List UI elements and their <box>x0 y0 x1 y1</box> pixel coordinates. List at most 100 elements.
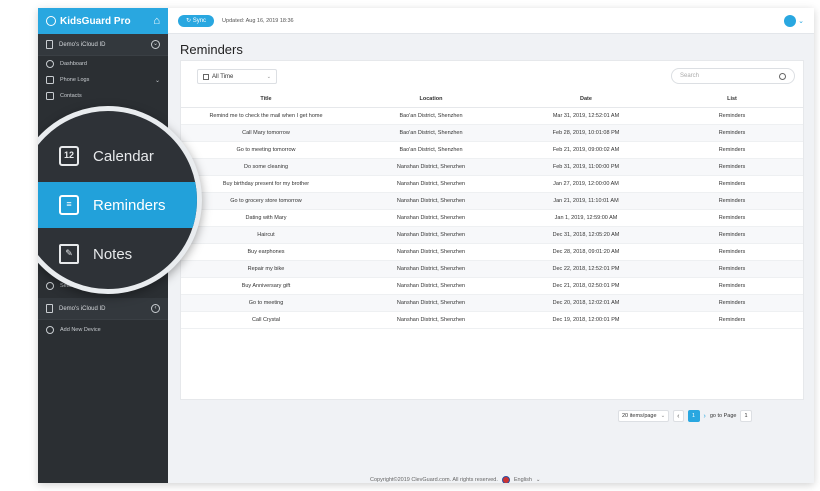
cell-list: Reminders <box>661 107 803 125</box>
cell-location: Nanshan District, Shenzhen <box>351 175 511 193</box>
sync-label: Sync <box>192 17 207 24</box>
language-select[interactable]: English <box>514 477 532 483</box>
sidebar-item-contacts[interactable]: Contacts <box>38 88 168 104</box>
cell-list: Reminders <box>661 260 803 278</box>
cell-date: Dec 19, 2018, 12:00:01 PM <box>511 311 661 329</box>
device-selector-bottom[interactable]: Demo's iCloud ID ‹ <box>38 298 168 320</box>
cell-title: Dating with Mary <box>181 209 351 227</box>
cell-location: Nanshan District, Shenzhen <box>351 192 511 210</box>
goto-page-input[interactable]: 1 <box>740 410 752 422</box>
sidebar-item-calendar[interactable]: 12 Calendar <box>38 133 197 179</box>
avatar[interactable] <box>784 14 797 27</box>
search-input[interactable]: Search <box>671 68 795 84</box>
app-window: KidsGuard Pro ⌂ Demo's iCloud ID ⌄ Dashb… <box>38 8 814 483</box>
dashboard-icon <box>46 60 54 68</box>
phone-icon <box>46 304 53 313</box>
sidebar-item-phone-logs[interactable]: Phone Logs ⌄ <box>38 72 168 88</box>
cell-list: Reminders <box>661 209 803 227</box>
table-row[interactable]: Call Mary tomorrow Bao'an District, Shenz… <box>181 124 803 142</box>
page-number-current[interactable]: 1 <box>687 410 700 422</box>
table-row[interactable]: Call Crystal Nanshan District, Shenzhen De… <box>181 311 803 329</box>
device-selector-top[interactable]: Demo's iCloud ID ⌄ <box>38 34 168 56</box>
filter-value: All Time <box>212 73 234 80</box>
table-row[interactable]: Remind me to check the mail when I get h… <box>181 107 803 125</box>
cell-location: Nanshan District, Shenzhen <box>351 158 511 176</box>
chevron-down-icon: ⌄ <box>266 73 271 80</box>
cell-list: Reminders <box>661 311 803 329</box>
magnified-sidebar-callout: 12 Calendar ≡ Reminders ✎ Notes <box>38 106 202 294</box>
topbar: ↻ Sync Updated: Aug 16, 2019 18:36 ⌄ <box>168 8 814 34</box>
flag-icon <box>501 476 510 483</box>
pagination: 20 items/page ⌄ ‹ 1 › go to Page 1 <box>618 410 752 422</box>
cell-location: Nanshan District, Shenzhen <box>351 277 511 295</box>
device-name: Demo's iCloud ID <box>59 41 106 48</box>
brand-name: KidsGuard Pro <box>60 15 131 27</box>
per-page-value: 20 items/page <box>622 413 657 419</box>
table-row[interactable]: Dating with Mary Nanshan District, Shenzh… <box>181 209 803 227</box>
table-row[interactable]: Haircut Nanshan District, Shenzhen Dec 31,… <box>181 226 803 244</box>
list-icon: ≡ <box>59 195 79 215</box>
cell-title: Call Crystal <box>181 311 351 329</box>
cell-title: Go to grocery store tomorrow <box>181 192 351 210</box>
table-row[interactable]: Buy birthday present for my brother Nansh… <box>181 175 803 193</box>
table-row[interactable]: Buy Anniversary gift Nanshan District, Sh… <box>181 277 803 295</box>
page-title: Reminders <box>180 42 243 57</box>
cell-location: Nanshan District, Shenzhen <box>351 226 511 244</box>
prev-page-button[interactable]: ‹ <box>673 410 684 422</box>
logo-icon <box>46 16 56 26</box>
cell-title: Buy earphones <box>181 243 351 261</box>
column-header-list[interactable]: List <box>661 91 803 108</box>
table-row[interactable]: Go to meeting Nanshan District, Shenzhen D… <box>181 294 803 312</box>
copyright-text: Copyright©2019 ClevGuard.com. All rights… <box>370 477 498 483</box>
sidebar-item-reminders[interactable]: ≡ Reminders <box>38 182 197 228</box>
cell-date: Feb 28, 2019, 10:01:08 PM <box>511 124 661 142</box>
table-row[interactable]: Go to grocery store tomorrow Nanshan Dist… <box>181 192 803 210</box>
cell-title: Go to meeting tomorrow <box>181 141 351 159</box>
chevron-down-icon[interactable]: ⌄ <box>536 477 541 483</box>
cell-date: Jan 1, 2019, 12:59:00 AM <box>511 209 661 227</box>
sync-icon: ↻ <box>186 18 193 24</box>
column-header-date[interactable]: Date <box>511 91 661 108</box>
table-row[interactable]: Go to meeting tomorrow Bao'an District, S… <box>181 141 803 159</box>
table-row[interactable]: Do some cleaning Nanshan District, Shenzh… <box>181 158 803 176</box>
chevron-down-icon[interactable]: ⌄ <box>151 40 160 49</box>
next-page-button[interactable]: › <box>704 413 706 420</box>
sidebar-item-notes[interactable]: ✎ Notes <box>38 231 197 277</box>
search-icon[interactable] <box>779 72 786 80</box>
cell-title: Call Mary tomorrow <box>181 124 351 142</box>
home-icon[interactable]: ⌂ <box>153 15 160 27</box>
cell-date: Feb 31, 2019, 11:00:00 PM <box>511 158 661 176</box>
per-page-select[interactable]: 20 items/page ⌄ <box>618 410 670 422</box>
contacts-icon <box>46 92 54 100</box>
chevron-left-icon[interactable]: ‹ <box>151 304 160 313</box>
brand-bar: KidsGuard Pro ⌂ <box>38 8 168 34</box>
add-device-button[interactable]: Add New Device <box>38 322 168 338</box>
cell-date: Dec 21, 2018, 02:50:01 PM <box>511 277 661 295</box>
device-name: Demo's iCloud ID <box>59 305 106 312</box>
goto-page-label: go to Page <box>709 413 737 419</box>
cell-list: Reminders <box>661 277 803 295</box>
column-header-location[interactable]: Location <box>351 91 511 108</box>
edit-icon: ✎ <box>59 244 79 264</box>
cell-date: Dec 20, 2018, 12:02:01 AM <box>511 294 661 312</box>
last-updated: Updated: Aug 16, 2019 18:36 <box>222 17 294 24</box>
cell-list: Reminders <box>661 175 803 193</box>
search-placeholder: Search <box>680 73 700 79</box>
sidebar-item-dashboard[interactable]: Dashboard <box>38 56 168 72</box>
cell-title: Do some cleaning <box>181 158 351 176</box>
cell-location: Nanshan District, Shenzhen <box>351 260 511 278</box>
cell-list: Reminders <box>661 226 803 244</box>
cell-date: Dec 28, 2018, 09:01:20 AM <box>511 243 661 261</box>
add-device-label: Add New Device <box>60 327 101 333</box>
sync-button[interactable]: ↻ Sync <box>178 14 215 27</box>
cell-title: Remind me to check the mail when I get h… <box>181 107 351 125</box>
time-filter-select[interactable]: All Time ⌄ <box>197 69 277 84</box>
cell-list: Reminders <box>661 192 803 210</box>
sidebar-item-label: Reminders <box>93 196 166 214</box>
cell-list: Reminders <box>661 158 803 176</box>
table-row[interactable]: Repair my bike Nanshan District, Shenzhen… <box>181 260 803 278</box>
chevron-down-icon[interactable]: ⌄ <box>798 17 804 25</box>
sidebar-item-label: Contacts <box>60 93 82 99</box>
table-row[interactable]: Buy earphones Nanshan District, Shenzhen D… <box>181 243 803 261</box>
column-header-title[interactable]: Title <box>181 91 351 108</box>
